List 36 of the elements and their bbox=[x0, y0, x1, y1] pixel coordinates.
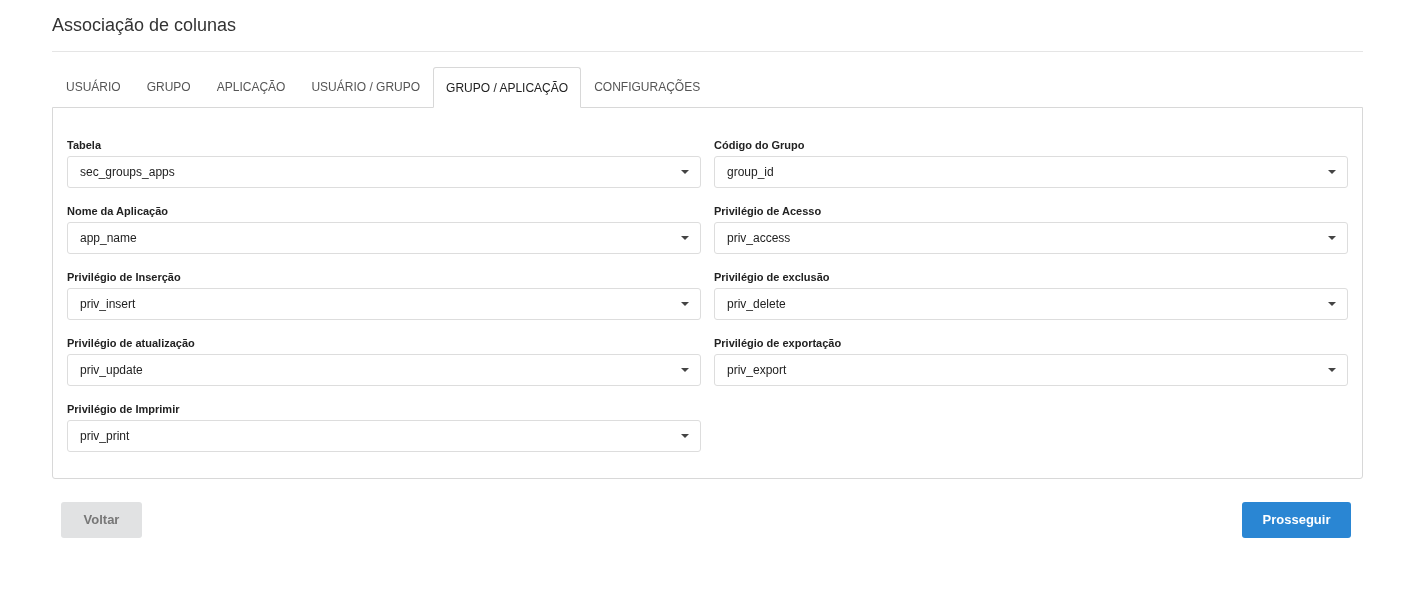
field-label: Privilégio de exclusão bbox=[714, 270, 831, 284]
caret-icon bbox=[681, 368, 689, 372]
field-label: Privilégio de atualização bbox=[67, 336, 196, 350]
caret-icon bbox=[1328, 302, 1336, 306]
select-field[interactable]: priv_update bbox=[67, 354, 701, 386]
caret-icon bbox=[681, 302, 689, 306]
tab[interactable]: CONFIGURAÇÕES bbox=[581, 67, 714, 107]
select-field[interactable]: priv_print bbox=[67, 420, 701, 452]
continue-button[interactable]: Prosseguir bbox=[1242, 502, 1351, 538]
caret-icon bbox=[1328, 368, 1336, 372]
page-title: Associação de colunas bbox=[52, 14, 238, 37]
caret-icon bbox=[1328, 170, 1336, 174]
tab[interactable]: GRUPO / APLICAÇÃO bbox=[433, 67, 582, 108]
select-field[interactable]: priv_export bbox=[714, 354, 1348, 386]
caret-icon bbox=[681, 170, 689, 174]
caret-icon bbox=[681, 236, 689, 240]
field-label: Privilégio de Imprimir bbox=[67, 402, 181, 416]
tab[interactable]: GRUPO bbox=[133, 67, 204, 107]
select-field[interactable]: app_name bbox=[67, 222, 701, 254]
tab[interactable]: USUÁRIO bbox=[53, 67, 134, 107]
select-field[interactable]: sec_groups_apps bbox=[67, 156, 701, 188]
caret-icon bbox=[1328, 236, 1336, 240]
tab[interactable]: USUÁRIO / GRUPO bbox=[298, 67, 434, 107]
select-field[interactable]: priv_access bbox=[714, 222, 1348, 254]
field-label: Código do Grupo bbox=[714, 138, 806, 152]
select-field[interactable]: priv_delete bbox=[714, 288, 1348, 320]
select-field[interactable]: priv_insert bbox=[67, 288, 701, 320]
back-button[interactable]: Voltar bbox=[61, 502, 142, 538]
field-label: Privilégio de exportação bbox=[714, 336, 843, 350]
caret-icon bbox=[681, 434, 689, 438]
field-label: Privilégio de Inserção bbox=[67, 270, 182, 284]
field-label: Nome da Aplicação bbox=[67, 204, 170, 218]
select-field[interactable]: group_id bbox=[714, 156, 1348, 188]
field-label: Tabela bbox=[67, 138, 103, 152]
field-label: Privilégio de Acesso bbox=[714, 204, 823, 218]
tab[interactable]: APLICAÇÃO bbox=[203, 67, 299, 107]
